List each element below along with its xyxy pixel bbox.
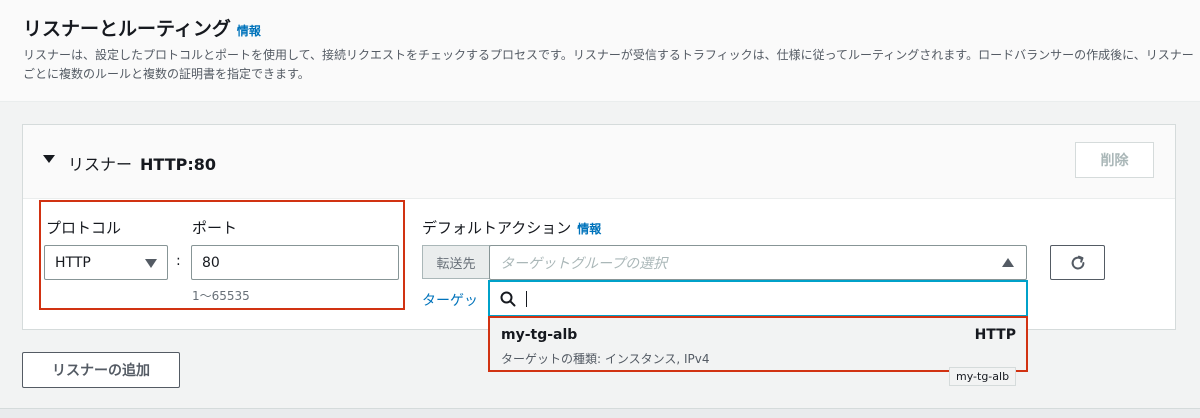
- protocol-label: プロトコル: [46, 219, 122, 237]
- listener-panel-header: リスナー HTTP:80 削除: [23, 125, 1175, 199]
- caret-down-icon: [145, 259, 157, 268]
- default-action-label: デフォルトアクション 情報: [422, 217, 601, 238]
- target-group-placeholder: ターゲットグループの選択: [500, 255, 668, 272]
- protocol-value: HTTP: [55, 254, 91, 271]
- option-tooltip: my-tg-alb: [949, 367, 1017, 386]
- port-input[interactable]: 80: [191, 245, 399, 280]
- add-listener-button[interactable]: リスナーの追加: [22, 352, 180, 388]
- search-icon: [500, 291, 516, 306]
- section-title: リスナーとルーティング 情報: [23, 14, 261, 41]
- info-link[interactable]: 情報: [237, 24, 261, 38]
- dropdown-search[interactable]: [490, 282, 1026, 315]
- protocol-port-separator: :: [176, 253, 181, 269]
- section-header: リスナーとルーティング 情報 リスナーは、設定したプロトコルとポートを使用して、接…: [0, 0, 1200, 102]
- protocol-select[interactable]: HTTP: [44, 245, 168, 280]
- default-action-info-link[interactable]: 情報: [577, 222, 601, 236]
- option-name: my-tg-alb: [501, 327, 578, 343]
- refresh-button[interactable]: [1050, 245, 1105, 280]
- refresh-icon: [1071, 255, 1084, 269]
- caret-down-icon[interactable]: [43, 155, 55, 163]
- target-group-link[interactable]: ターゲッ: [422, 290, 478, 310]
- port-value: 80: [202, 254, 220, 271]
- section-description: リスナーは、設定したプロトコルとポートを使用して、接続リクエストをチェックするプ…: [23, 48, 1194, 81]
- port-label: ポート: [192, 219, 238, 237]
- caret-up-icon: [1002, 258, 1014, 267]
- listener-title[interactable]: リスナー HTTP:80: [68, 151, 216, 175]
- default-action-text: デフォルトアクション: [422, 219, 572, 237]
- target-group-select[interactable]: ターゲットグループの選択: [489, 245, 1027, 280]
- listener-label: リスナー: [68, 155, 133, 174]
- listener-name: HTTP:80: [140, 155, 216, 174]
- port-hint: 1〜65535: [192, 289, 250, 303]
- bottom-divider: [0, 408, 1200, 418]
- target-group-dropdown: [488, 280, 1028, 317]
- section-title-text: リスナーとルーティング: [23, 18, 231, 40]
- option-detail: ターゲットの種類: インスタンス, IPv4: [501, 352, 710, 366]
- delete-button[interactable]: 削除: [1075, 142, 1154, 178]
- target-group-option[interactable]: my-tg-alb HTTP ターゲットの種類: インスタンス, IPv4: [488, 316, 1028, 372]
- option-protocol: HTTP: [974, 327, 1016, 343]
- forward-to-addon: 転送先: [422, 245, 490, 279]
- text-cursor: [526, 290, 527, 307]
